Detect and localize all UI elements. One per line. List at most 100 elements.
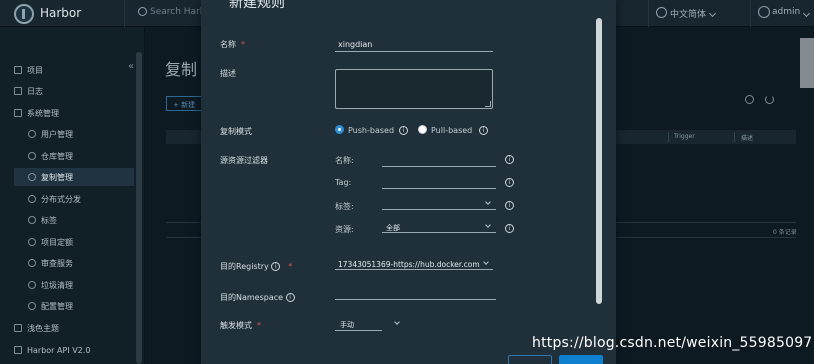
trash-icon: [28, 281, 36, 289]
info-icon[interactable]: i: [505, 224, 514, 233]
dest-namespace-input[interactable]: [335, 288, 496, 300]
sidebar-item-label: 标签: [41, 215, 57, 225]
info-icon[interactable]: i: [399, 126, 408, 135]
filter-tag-input[interactable]: [382, 177, 496, 189]
scan-icon: [28, 259, 36, 267]
save-button[interactable]: [559, 355, 603, 364]
sidebar-item-projects[interactable]: 项目: [14, 61, 134, 79]
brand-name[interactable]: Harbor: [40, 6, 81, 20]
header-divider: [648, 0, 649, 27]
column-divider: [734, 132, 735, 142]
sidebar-item-label: 复制管理: [41, 172, 73, 182]
dest-registry-label: 目的Registry i *: [220, 262, 293, 271]
page-title: 复制: [165, 60, 198, 79]
info-icon[interactable]: i: [479, 126, 488, 135]
config-icon: [28, 302, 36, 310]
sidebar-item-logs[interactable]: 日志: [14, 82, 134, 100]
filter-name-input[interactable]: [382, 155, 496, 167]
push-based-radio[interactable]: [335, 125, 344, 134]
project-icon: [14, 66, 22, 74]
global-search-input[interactable]: Search Harb: [150, 7, 205, 17]
header-divider: [124, 0, 125, 27]
language-selector[interactable]: 中文简体: [670, 7, 706, 20]
user-icon[interactable]: [758, 6, 770, 18]
cancel-button[interactable]: [508, 355, 552, 364]
sidebar-item-gc[interactable]: 垃圾清理: [28, 276, 134, 294]
name-label: 名称 *: [220, 40, 245, 49]
info-icon[interactable]: i: [271, 262, 281, 271]
harbor-logo-icon[interactable]: [14, 4, 34, 24]
sidebar-item-label: 分布式分发: [41, 194, 81, 204]
info-icon[interactable]: i: [505, 178, 514, 187]
chevron-down-icon[interactable]: [802, 9, 811, 18]
chevron-down-icon[interactable]: [708, 9, 717, 18]
description-label: 描述: [220, 69, 236, 78]
new-rule-button[interactable]: + 新建: [166, 96, 202, 111]
sidebar-item-admin[interactable]: 系统管理: [14, 104, 134, 122]
modal-title: 新建规则: [229, 0, 285, 11]
trigger-mode-value: 手动: [340, 321, 354, 329]
description-textarea[interactable]: [335, 69, 493, 109]
sidebar-item-label: Harbor API V2.0: [27, 345, 91, 355]
sidebar-item-interrogation[interactable]: 审查服务: [28, 254, 134, 272]
info-icon[interactable]: i: [505, 201, 514, 210]
info-icon[interactable]: i: [285, 293, 295, 302]
sidebar-item-theme[interactable]: 浅色主题: [14, 319, 134, 337]
sidebar-item-replications[interactable]: 复制管理: [14, 168, 134, 186]
modal-scrollbar[interactable]: [596, 18, 602, 304]
sidebar-item-distributions[interactable]: 分布式分发: [28, 190, 134, 208]
users-icon: [28, 130, 36, 138]
filter-name-label: 名称:: [335, 156, 354, 165]
pull-based-label[interactable]: Pull-based: [431, 126, 472, 135]
sidebar-item-users[interactable]: 用户管理: [28, 125, 134, 143]
sidebar-item-config[interactable]: 配置管理: [28, 297, 134, 315]
column-header-trigger[interactable]: Trigger: [674, 133, 695, 140]
sidebar-item-api[interactable]: Harbor API V2.0: [14, 341, 134, 359]
dest-namespace-label: 目的Namespace i: [220, 292, 295, 303]
sidebar-item-quotas[interactable]: 项目定额: [28, 233, 134, 251]
search-icon[interactable]: [745, 95, 754, 104]
replication-icon: [28, 173, 36, 181]
sidebar-item-label: 浅色主题: [27, 323, 59, 333]
filter-resource-value: 全部: [386, 224, 400, 232]
distribution-icon: [28, 195, 36, 203]
sidebar-item-labels[interactable]: 标签: [28, 211, 134, 229]
search-icon[interactable]: [138, 7, 147, 16]
sidebar-item-label: 仓库管理: [41, 151, 73, 161]
theme-icon: [14, 324, 22, 332]
log-icon: [14, 87, 22, 95]
new-rule-modal: 新建规则 名称 * xingdian 描述 复制模式 Push-based i P…: [201, 0, 616, 364]
sidebar-scrollbar[interactable]: [136, 52, 142, 364]
sidebar-item-label: 系统管理: [27, 108, 59, 118]
sidebar-item-label: 日志: [27, 86, 43, 96]
sidebar-item-registries[interactable]: 仓库管理: [28, 147, 134, 165]
filter-label-label: 标签:: [335, 202, 354, 211]
header-divider: [750, 0, 751, 27]
sidebar-item-label: 审查服务: [41, 258, 73, 268]
user-menu[interactable]: admin: [772, 7, 800, 17]
filter-tag-label: Tag:: [335, 178, 352, 187]
sidebar-item-label: 项目定额: [41, 237, 73, 247]
admin-icon: [14, 109, 22, 117]
sidebar-item-label: 垃圾清理: [41, 280, 73, 290]
record-count: 0 条记录: [773, 229, 797, 236]
sidebar-item-label: 配置管理: [41, 301, 73, 311]
globe-icon[interactable]: [656, 7, 667, 18]
sidebar-item-label: 用户管理: [41, 129, 73, 139]
push-based-label[interactable]: Push-based: [348, 126, 394, 135]
info-icon[interactable]: i: [505, 155, 514, 164]
tag-icon: [28, 216, 36, 224]
replication-mode-label: 复制模式: [220, 127, 252, 136]
refresh-icon[interactable]: [765, 95, 774, 104]
pull-based-radio[interactable]: [418, 125, 427, 134]
name-value: xingdian: [338, 40, 373, 49]
source-filter-label: 源资源过滤器: [220, 156, 268, 165]
filter-label-select[interactable]: [382, 198, 496, 210]
column-header-description[interactable]: 描述: [741, 133, 753, 142]
column-divider: [668, 132, 669, 142]
filter-resource-label: 资源:: [335, 225, 354, 234]
watermark-text: https://blog.csdn.net/weixin_55985097: [532, 335, 813, 351]
api-icon: [14, 346, 22, 354]
side-panel-tab[interactable]: [800, 38, 814, 88]
chevron-down-icon[interactable]: [394, 319, 400, 325]
